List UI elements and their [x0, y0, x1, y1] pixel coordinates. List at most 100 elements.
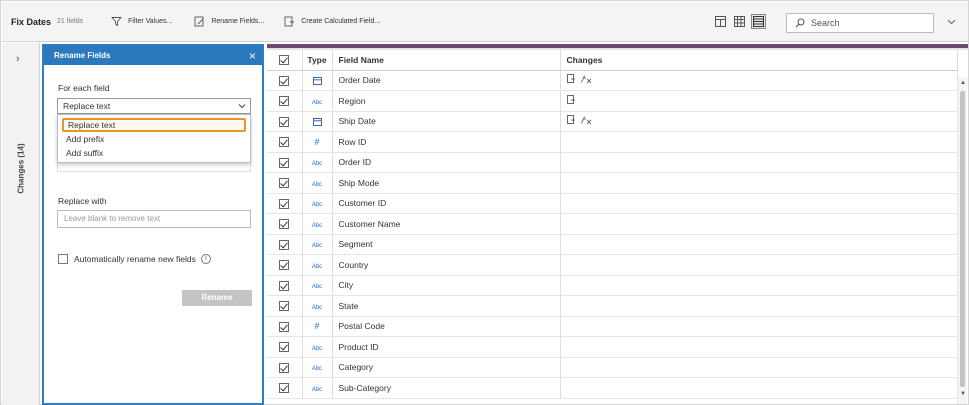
row-checkbox-cell[interactable]: [267, 152, 303, 173]
scroll-down-icon[interactable]: ▼: [960, 391, 966, 397]
select-all-checkbox[interactable]: [279, 55, 290, 66]
table-row[interactable]: Abc Ship Mode: [267, 172, 958, 194]
field-name-cell[interactable]: Row ID: [332, 131, 561, 153]
field-name-cell[interactable]: Region: [332, 90, 561, 112]
auto-rename-checkbox[interactable]: [58, 254, 68, 264]
type-cell[interactable]: #: [302, 316, 333, 337]
row-checkbox-cell[interactable]: [267, 70, 303, 91]
row-checkbox-cell[interactable]: [267, 295, 303, 317]
type-cell[interactable]: [302, 70, 333, 91]
row-checkbox-cell[interactable]: [267, 172, 303, 194]
filter-values-button[interactable]: Filter Values...: [111, 16, 172, 27]
create-calculated-field-button[interactable]: Create Calculated Field...: [284, 16, 380, 27]
table-row[interactable]: Abc Customer ID: [267, 193, 958, 214]
field-name-cell[interactable]: Ship Mode: [332, 172, 561, 194]
row-checkbox[interactable]: [279, 75, 290, 86]
type-cell[interactable]: Abc: [302, 357, 333, 378]
row-checkbox[interactable]: [279, 116, 290, 127]
close-icon[interactable]: ×: [249, 49, 256, 63]
field-name-cell[interactable]: Customer ID: [332, 193, 561, 214]
row-checkbox-cell[interactable]: [267, 131, 303, 153]
type-cell[interactable]: Abc: [302, 275, 333, 296]
rename-fields-button[interactable]: Rename Fields...: [194, 16, 264, 27]
scroll-up-icon[interactable]: ▲: [960, 80, 966, 86]
row-checkbox-cell[interactable]: [267, 377, 303, 399]
row-checkbox[interactable]: [279, 342, 290, 353]
row-checkbox-cell[interactable]: [267, 316, 303, 337]
field-name-cell[interactable]: Segment: [332, 234, 561, 255]
type-cell[interactable]: Abc: [302, 254, 333, 276]
vertical-scrollbar[interactable]: ▲ ▼: [957, 77, 967, 404]
row-checkbox[interactable]: [279, 280, 290, 291]
row-checkbox[interactable]: [279, 198, 290, 209]
row-checkbox[interactable]: [279, 157, 290, 168]
table-row[interactable]: Abc Sub-Category: [267, 377, 958, 399]
table-row[interactable]: Abc City: [267, 275, 958, 296]
table-row[interactable]: Abc Category: [267, 357, 958, 378]
field-name-cell[interactable]: Country: [332, 254, 561, 276]
row-checkbox[interactable]: [279, 321, 290, 332]
row-checkbox[interactable]: [279, 301, 290, 312]
table-row[interactable]: Ship Date: [267, 111, 958, 132]
table-row[interactable]: # Row ID: [267, 131, 958, 153]
field-name-cell[interactable]: Category: [332, 357, 561, 378]
row-checkbox-cell[interactable]: [267, 90, 303, 112]
row-checkbox[interactable]: [279, 137, 290, 148]
search-field[interactable]: Search: [786, 13, 934, 33]
chevron-down-icon[interactable]: [947, 17, 956, 26]
row-checkbox-cell[interactable]: [267, 213, 303, 235]
column-header-type[interactable]: Type: [302, 50, 333, 71]
table-row[interactable]: # Postal Code: [267, 316, 958, 337]
column-header-field-name[interactable]: Field Name: [332, 50, 561, 71]
rename-button[interactable]: Rename: [182, 290, 252, 306]
field-name-cell[interactable]: Sub-Category: [332, 377, 561, 399]
option-replace-text[interactable]: Replace text: [62, 118, 246, 132]
type-cell[interactable]: Abc: [302, 295, 333, 317]
type-cell[interactable]: Abc: [302, 90, 333, 112]
row-checkbox[interactable]: [279, 96, 290, 107]
type-cell[interactable]: Abc: [302, 213, 333, 235]
field-name-cell[interactable]: Postal Code: [332, 316, 561, 337]
field-name-cell[interactable]: Customer Name: [332, 213, 561, 235]
row-checkbox[interactable]: [279, 362, 290, 373]
row-checkbox-cell[interactable]: [267, 357, 303, 378]
row-checkbox[interactable]: [279, 260, 290, 271]
expand-arrow-icon[interactable]: ›: [16, 53, 20, 65]
select-all-checkbox-cell[interactable]: [267, 50, 303, 71]
table-row[interactable]: Abc Region: [267, 90, 958, 112]
type-cell[interactable]: Abc: [302, 234, 333, 255]
table-row[interactable]: Abc State: [267, 295, 958, 317]
row-checkbox-cell[interactable]: [267, 275, 303, 296]
row-checkbox[interactable]: [279, 383, 290, 394]
row-checkbox-cell[interactable]: [267, 254, 303, 276]
type-cell[interactable]: Abc: [302, 193, 333, 214]
field-name-cell[interactable]: Order Date: [332, 70, 561, 91]
table-row[interactable]: Abc Order ID: [267, 152, 958, 173]
row-checkbox-cell[interactable]: [267, 111, 303, 132]
type-cell[interactable]: #: [302, 131, 333, 153]
row-checkbox[interactable]: [279, 239, 290, 250]
row-checkbox[interactable]: [279, 178, 290, 189]
rename-method-select[interactable]: Replace text: [57, 98, 251, 114]
replace-with-input[interactable]: Leave blank to remove text: [57, 210, 251, 228]
changes-pane-collapsed[interactable]: › Changes (14): [2, 43, 40, 405]
row-checkbox-cell[interactable]: [267, 336, 303, 358]
field-name-cell[interactable]: City: [332, 275, 561, 296]
type-cell[interactable]: Abc: [302, 172, 333, 194]
row-checkbox-cell[interactable]: [267, 234, 303, 255]
field-name-cell[interactable]: Product ID: [332, 336, 561, 358]
info-icon[interactable]: i: [200, 254, 211, 264]
option-add-suffix[interactable]: Add suffix: [66, 148, 103, 158]
type-cell[interactable]: Abc: [302, 336, 333, 358]
profile-view-button[interactable]: [713, 14, 728, 29]
option-add-prefix[interactable]: Add prefix: [66, 134, 104, 144]
table-row[interactable]: Abc Product ID: [267, 336, 958, 358]
column-header-changes[interactable]: Changes: [560, 50, 958, 71]
table-row[interactable]: Abc Customer Name: [267, 213, 958, 235]
field-name-cell[interactable]: Ship Date: [332, 111, 561, 132]
row-checkbox-cell[interactable]: [267, 193, 303, 214]
field-name-cell[interactable]: State: [332, 295, 561, 317]
type-cell[interactable]: [302, 111, 333, 132]
type-cell[interactable]: Abc: [302, 152, 333, 173]
table-row[interactable]: Abc Segment: [267, 234, 958, 255]
